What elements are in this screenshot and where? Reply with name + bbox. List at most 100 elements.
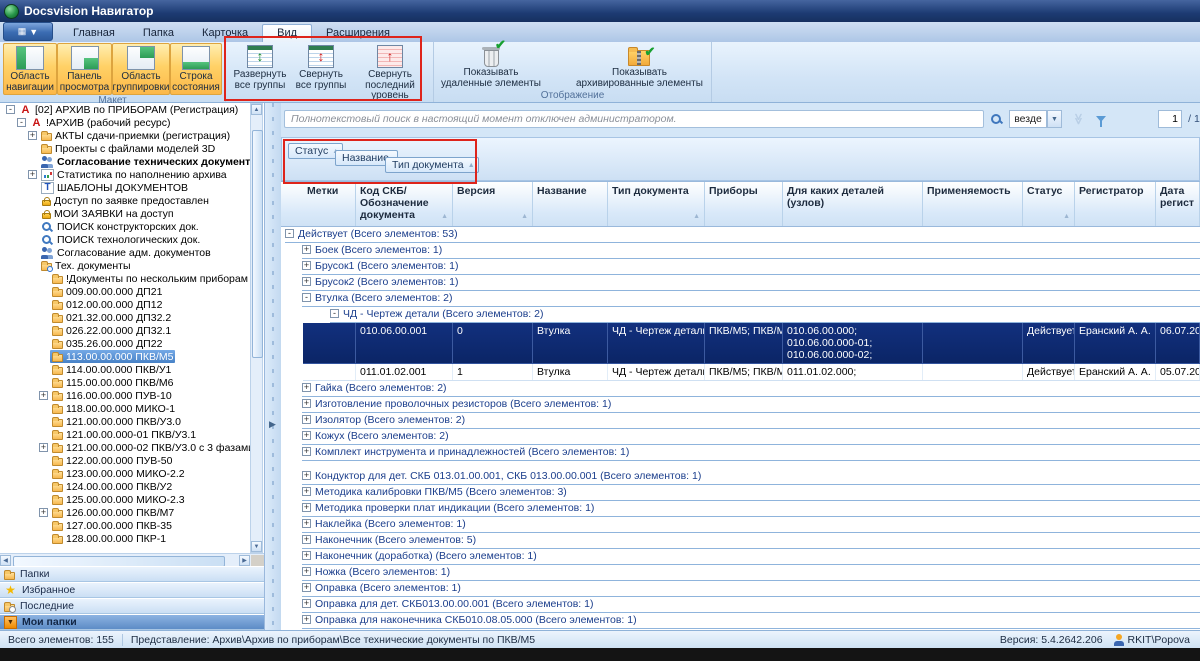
group-row[interactable]: +Наклейка (Всего элементов: 1) xyxy=(281,517,1200,533)
expand-icon[interactable]: + xyxy=(302,567,311,576)
expand-icon[interactable]: + xyxy=(302,245,311,254)
tree-item[interactable]: 115.00.00.000 ПКВ/М6 xyxy=(0,376,264,389)
expand-icon[interactable]: + xyxy=(302,471,311,480)
tree-item[interactable]: TШАБЛОНЫ ДОКУМЕНТОВ xyxy=(0,181,264,194)
group-row[interactable]: +Брусок2 (Всего элементов: 1) xyxy=(281,275,1200,291)
expand-icon[interactable]: + xyxy=(39,443,48,452)
ribbon-tab[interactable]: Главная xyxy=(59,25,129,42)
collapse-icon[interactable]: - xyxy=(6,105,15,114)
group-row[interactable]: +Методика проверки плат индикации (Всего… xyxy=(281,501,1200,517)
group-row[interactable]: +Боек (Всего элементов: 1) xyxy=(281,243,1200,259)
tree-item[interactable]: Проекты с файлами моделей 3D xyxy=(0,142,264,155)
expand-icon[interactable]: + xyxy=(302,383,311,392)
tree-item[interactable]: -A[02] АРХИВ по ПРИБОРАМ (Регистрация) xyxy=(0,103,264,116)
group-row[interactable]: +Комплект инструмента и принадлежностей … xyxy=(281,445,1200,461)
toggle-status-bar-button[interactable]: Строка состояния xyxy=(170,43,222,95)
collapse-all-groups-button[interactable]: ↕ Свернуть все группы xyxy=(291,43,351,92)
app-menu-button[interactable]: ▦ ▼ xyxy=(3,22,53,41)
tree-item[interactable]: 128.00.00.000 ПКР-1 xyxy=(0,532,264,545)
tree-item[interactable]: 124.00.00.000 ПКВ/У2 xyxy=(0,480,264,493)
expand-icon[interactable]: + xyxy=(302,399,311,408)
expand-icon[interactable]: + xyxy=(302,261,311,270)
tree-item[interactable]: +Статистика по наполнению архива xyxy=(0,168,264,181)
group-row[interactable]: +Наконечник (доработка) (Всего элементов… xyxy=(281,549,1200,565)
tree-item[interactable]: 114.00.00.000 ПКВ/У1 xyxy=(0,363,264,376)
group-row[interactable]: +Ножка (Всего элементов: 1) xyxy=(281,565,1200,581)
tree-item[interactable]: 035.26.00.000 ДП22 xyxy=(0,337,264,350)
table-row[interactable]: 011.01.02.0011ВтулкаЧД - Чертеж деталиПК… xyxy=(303,364,1200,381)
expand-icon[interactable]: + xyxy=(302,487,311,496)
column-header[interactable]: Статус▲ xyxy=(1023,182,1075,226)
expand-all-groups-button[interactable]: ↕ Развернуть все группы xyxy=(229,43,291,92)
search-scope-dropdown-icon[interactable]: ▼ xyxy=(1047,110,1062,128)
group-row[interactable]: +Наконечник (Всего элементов: 5) xyxy=(281,533,1200,549)
search-button[interactable] xyxy=(987,110,1007,128)
expand-icon[interactable]: + xyxy=(302,447,311,456)
tree-item[interactable]: 121.00.00.000-01 ПКВ/У3.1 xyxy=(0,428,264,441)
toggle-grouping-pane-button[interactable]: Область группировки xyxy=(112,43,170,95)
column-header[interactable]: Код СКБ/ Обозначение документа▲ xyxy=(356,182,453,226)
tree-item[interactable]: -A!АРХИВ (рабочий ресурс) xyxy=(0,116,264,129)
tree-item[interactable]: +126.00.00.000 ПКВ/М7 xyxy=(0,506,264,519)
column-header[interactable]: Для каких деталей (узлов) xyxy=(783,182,923,226)
group-row[interactable]: +Изготовление проволочных резисторов (Вс… xyxy=(281,397,1200,413)
panel-splitter[interactable]: ▶ xyxy=(264,103,281,630)
tree-horizontal-scrollbar[interactable]: ◀ ▶ xyxy=(0,553,264,566)
column-header[interactable]: Метки xyxy=(303,182,356,226)
group-row[interactable]: +Оправка для дет. СКБ013.00.00.001 (Всег… xyxy=(281,597,1200,613)
scroll-right-icon[interactable]: ▶ xyxy=(239,555,250,566)
tree-item[interactable]: 122.00.00.000 ПУВ-50 xyxy=(0,454,264,467)
search-scope-select[interactable]: везде xyxy=(1009,110,1047,128)
collapse-icon[interactable]: - xyxy=(302,293,311,302)
tree-item[interactable]: Доступ по заявке предоставлен xyxy=(0,194,264,207)
nav-item[interactable]: ▼Мои папки xyxy=(0,614,264,630)
column-header[interactable]: Регистратор xyxy=(1075,182,1156,226)
expand-icon[interactable]: + xyxy=(302,431,311,440)
nav-item[interactable]: ★Избранное xyxy=(0,582,264,598)
group-row[interactable]: -Действует (Всего элементов: 53) xyxy=(281,227,1200,243)
show-archived-items-button[interactable]: ✔ Показывать архивированные элементы xyxy=(571,43,708,90)
group-by-bar[interactable]: Статус▲ Название Тип документа▲ xyxy=(281,137,1200,181)
scrollbar-thumb[interactable] xyxy=(252,130,263,358)
tree-item[interactable]: Тех. документы xyxy=(0,259,264,272)
nav-item[interactable]: Папки xyxy=(0,566,264,582)
expand-icon[interactable]: + xyxy=(39,508,48,517)
tree-item[interactable]: 026.22.00.000 ДП32.1 xyxy=(0,324,264,337)
group-row[interactable]: +Гайка (Всего элементов: 2) xyxy=(281,381,1200,397)
column-header[interactable]: Дата регист xyxy=(1156,182,1200,226)
tree-item[interactable]: ПОИСК технологических док. xyxy=(0,233,264,246)
expand-icon[interactable]: + xyxy=(302,535,311,544)
column-header[interactable]: Название xyxy=(533,182,608,226)
show-deleted-items-button[interactable]: ✔ Показывать удаленные элементы xyxy=(437,43,545,90)
tree-item[interactable]: 113.00.00.000 ПКВ/М5 xyxy=(0,350,264,363)
expand-icon[interactable]: + xyxy=(28,170,37,179)
ribbon-tab[interactable]: Папка xyxy=(129,25,188,42)
ribbon-tab[interactable]: Карточка xyxy=(188,25,262,42)
collapse-icon[interactable]: - xyxy=(17,118,26,127)
nav-item[interactable]: Последние xyxy=(0,598,264,614)
tree-item[interactable]: 127.00.00.000 ПКВ-35 xyxy=(0,519,264,532)
expand-icon[interactable]: + xyxy=(302,615,311,624)
groupby-chip-doctype[interactable]: Тип документа▲ xyxy=(385,157,479,173)
ribbon-tab[interactable]: Вид xyxy=(262,24,312,42)
scroll-down-icon[interactable]: ▼ xyxy=(251,541,262,552)
group-row[interactable]: +Методика калибровки ПКВ/М5 (Всего элеме… xyxy=(281,485,1200,501)
scroll-up-icon[interactable]: ▲ xyxy=(251,104,262,115)
tree-item[interactable]: 121.00.00.000 ПКВ/У3.0 xyxy=(0,415,264,428)
group-row[interactable]: +Оправка для наконечника СКБ010.08.05.00… xyxy=(281,613,1200,629)
expand-icon[interactable]: + xyxy=(302,277,311,286)
collapse-last-level-button[interactable]: ↑ Свернуть последний уровень xyxy=(351,43,429,103)
column-header[interactable]: Версия▲ xyxy=(453,182,533,226)
expand-icon[interactable]: + xyxy=(39,391,48,400)
group-row[interactable]: +Оправка (Всего элементов: 1) xyxy=(281,581,1200,597)
expand-icon[interactable]: + xyxy=(302,415,311,424)
tree-item[interactable]: ПОИСК конструкторских док. xyxy=(0,220,264,233)
tree-item[interactable]: МОИ ЗАЯВКИ на доступ xyxy=(0,207,264,220)
group-row[interactable]: -ЧД - Чертеж детали (Всего элементов: 2) xyxy=(281,307,1200,323)
expand-icon[interactable]: + xyxy=(28,131,37,140)
tree-vertical-scrollbar[interactable]: ▲ ▼ xyxy=(250,103,263,553)
toggle-preview-pane-button[interactable]: Панель просмотра xyxy=(57,43,112,95)
tree-item[interactable]: 021.32.00.000 ДП32.2 xyxy=(0,311,264,324)
tree-item[interactable]: 009.00.00.000 ДП21 xyxy=(0,285,264,298)
scroll-left-icon[interactable]: ◀ xyxy=(0,555,11,566)
